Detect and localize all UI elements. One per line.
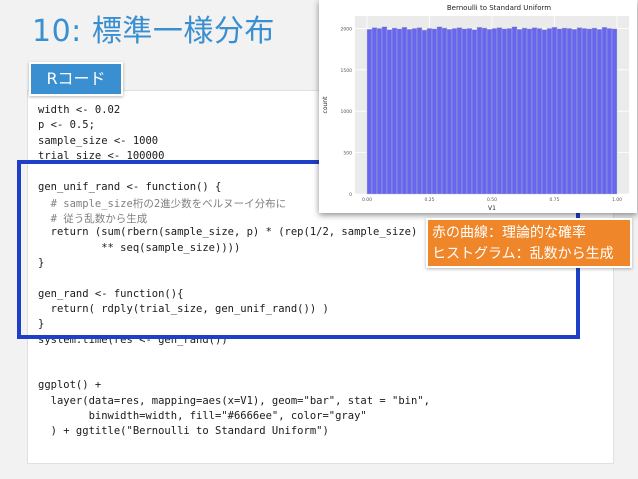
histogram-bar [551, 26, 558, 195]
histogram-bar [566, 28, 573, 195]
bars [366, 26, 618, 195]
histogram-bar [521, 27, 528, 195]
histogram-bar [586, 28, 593, 195]
histogram-bar [606, 28, 613, 195]
x-tick-label: 0.75 [549, 197, 559, 203]
histogram-bar [391, 27, 398, 195]
histogram-bar [456, 27, 463, 195]
histogram-bar [481, 27, 488, 195]
y-tick-label: 1000 [341, 109, 353, 115]
histogram-bar [406, 29, 413, 195]
code-line: binwidth=width, fill="#6666ee", color="g… [38, 410, 367, 422]
histogram-bar [376, 28, 383, 195]
histogram-bar [526, 28, 533, 195]
y-tick-label: 2000 [341, 26, 353, 32]
x-tick-label: 0.00 [362, 197, 372, 203]
histogram-bar [446, 29, 453, 195]
histogram-bar [506, 28, 513, 195]
histogram-bar [421, 29, 428, 195]
histogram-chart: Bernoulli to Standard Uniform 0 500 1000 15… [319, 0, 637, 213]
histogram-bar [431, 28, 438, 195]
chart-title: Bernoulli to Standard Uniform [447, 4, 551, 12]
legend-note: 赤の曲線：理論的な確率 ヒストグラム：乱数から生成 [426, 218, 632, 268]
code-line: layer(data=res, mapping=aes(x=V1), geom=… [38, 394, 430, 407]
histogram-bar [366, 29, 373, 195]
slide-title: 10: 標準一様分布 [32, 14, 275, 49]
histogram-bar [536, 28, 543, 195]
histogram-bar [476, 26, 483, 195]
histogram-bar [546, 28, 553, 195]
histogram-bar [596, 29, 603, 195]
histogram-card: Bernoulli to Standard Uniform 0 500 1000 15… [319, 0, 637, 213]
histogram-bar [501, 28, 508, 195]
code-line: sample_size <- 1000 [38, 134, 159, 147]
x-tick-label: 1.00 [612, 197, 622, 203]
x-tick-label: 0.25 [424, 197, 434, 203]
code-line: p <- 0.5; [38, 119, 95, 132]
histogram-bar [601, 26, 608, 195]
y-tick-label: 500 [343, 151, 352, 157]
histogram-bar [591, 27, 598, 195]
histogram-bar [491, 28, 498, 195]
histogram-bar [531, 27, 538, 195]
histogram-bar [416, 27, 423, 195]
histogram-bar [516, 29, 523, 195]
histogram-bar [486, 29, 493, 195]
histogram-bar [581, 28, 588, 195]
histogram-bar [471, 29, 478, 195]
histogram-bar [496, 27, 503, 195]
histogram-bar [371, 27, 378, 195]
histogram-bar [441, 27, 448, 195]
histogram-bar [411, 28, 418, 195]
histogram-bar [426, 28, 433, 195]
code-line: ) + ggtitle("Bernoulli to Standard Unifo… [38, 425, 329, 438]
x-axis-label: V1 [488, 205, 496, 212]
r-code-tag: Rコード [29, 62, 123, 96]
code-line: width <- 0.02 [38, 104, 121, 116]
histogram-bar [386, 29, 393, 195]
histogram-bar [451, 28, 458, 195]
histogram-bar [571, 29, 578, 195]
histogram-bar [381, 26, 388, 195]
histogram-bar [511, 26, 518, 195]
code-line: ggplot() + [38, 379, 102, 392]
y-tick-label: 1500 [341, 68, 353, 74]
note-line-histogram: ヒストグラム：乱数から生成 [432, 246, 614, 262]
histogram-bar [576, 27, 583, 195]
note-line-curve: 赤の曲線：理論的な確率 [432, 225, 586, 241]
y-tick-label: 0 [349, 192, 352, 198]
histogram-bar [541, 29, 548, 195]
histogram-bar [556, 28, 563, 195]
histogram-bar [561, 27, 568, 195]
x-tick-label: 0.50 [487, 197, 497, 203]
histogram-bar [461, 28, 468, 195]
histogram-bar [401, 26, 408, 195]
histogram-bar [436, 26, 443, 195]
histogram-bar [396, 28, 403, 195]
y-axis-label: count [322, 96, 329, 114]
histogram-bar [611, 28, 618, 195]
histogram-bar [466, 28, 473, 195]
